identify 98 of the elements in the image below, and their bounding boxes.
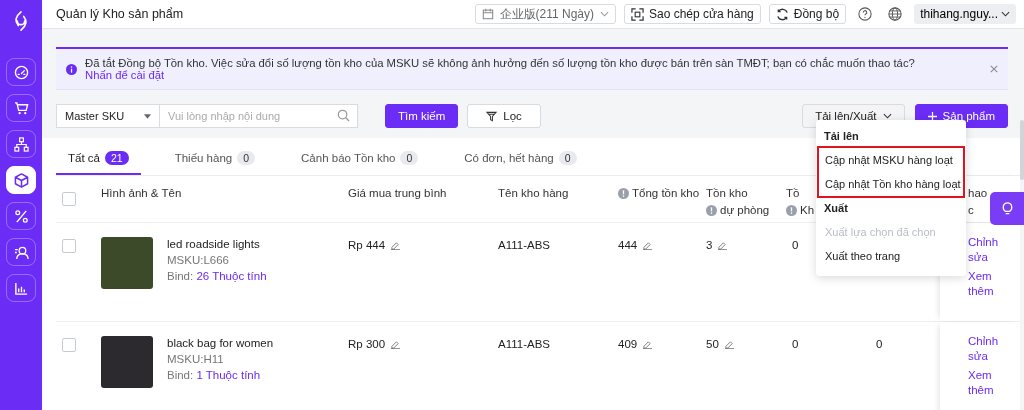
search-field[interactable]: Vui lòng nhập nội dung xyxy=(160,104,358,128)
column-header: Hình ảnh & Tên xyxy=(101,187,182,199)
total-stock: 409 xyxy=(618,338,638,350)
total-stock: 444 xyxy=(618,239,638,251)
warehouse-name: A111-ABS xyxy=(498,338,550,350)
sync-button[interactable]: Đồng bộ xyxy=(768,4,847,24)
photo-placeholder xyxy=(101,336,153,388)
filter-tab[interactable]: Có đơn, hết hàng 0 xyxy=(452,143,589,175)
row-action-link[interactable]: Xem thêm xyxy=(968,368,1008,398)
bind-label: Bind: xyxy=(167,270,194,282)
close-icon[interactable] xyxy=(990,65,998,73)
price-value: Rp 300 xyxy=(348,338,386,350)
stock-value: 0 xyxy=(876,338,883,350)
count-badge: 0 xyxy=(237,151,256,165)
copy-store-button[interactable]: Sao chép cửa hàng xyxy=(624,4,761,24)
caret-icon xyxy=(144,113,151,119)
sidebar-cart-button[interactable] xyxy=(6,94,36,122)
user-menu[interactable]: thihang.nguy... xyxy=(914,4,1016,24)
column-header: hao xyxy=(968,187,988,199)
attributes-link[interactable]: 26 Thuộc tính xyxy=(196,270,267,282)
menu-item[interactable]: Cập nhật MSKU hàng loạt xyxy=(819,148,963,172)
row-checkbox[interactable] xyxy=(62,239,76,253)
select-all-checkbox[interactable] xyxy=(62,192,76,206)
column-header: Tồ xyxy=(786,187,800,199)
lightbulb-icon xyxy=(1000,201,1014,216)
field-select[interactable]: Master SKU xyxy=(56,104,160,128)
globe-icon[interactable] xyxy=(888,7,903,21)
reserve-stock: 50 xyxy=(706,338,719,350)
chevron-down-icon xyxy=(882,113,892,119)
column-header: Giá mua trung bình xyxy=(348,187,447,199)
column-header: Tên kho hàng xyxy=(498,187,569,199)
gauge-icon xyxy=(13,64,29,80)
user-search-icon xyxy=(13,244,29,260)
msku-code: MSKU:H11 xyxy=(167,353,225,365)
menu-item[interactable]: Cập nhật Tồn kho hàng loạt xyxy=(819,172,963,196)
edit-icon[interactable] xyxy=(391,339,401,349)
bind-label: Bind: xyxy=(167,369,194,381)
page-title: Quản lý Kho sản phẩm xyxy=(56,7,184,21)
stock-value: 0 xyxy=(792,239,799,251)
count-badge: 21 xyxy=(104,151,129,165)
scrollbar[interactable] xyxy=(1020,120,1024,180)
search-icon xyxy=(337,109,350,122)
calendar-icon xyxy=(481,8,494,20)
plan-select[interactable]: 企业版(211 Ngày) xyxy=(474,4,616,24)
filter-button[interactable]: Lọc xyxy=(467,104,541,128)
product-name: black bag for women xyxy=(167,337,274,349)
price-value: Rp 444 xyxy=(348,239,386,251)
menu-item[interactable]: Xuất theo trang xyxy=(819,244,963,268)
filter-tab[interactable]: Thiếu hàng 0 xyxy=(162,143,268,175)
menu-group-title: Tải lên xyxy=(823,129,860,144)
filter-icon xyxy=(486,110,498,122)
edit-icon[interactable] xyxy=(718,240,728,250)
settings-link[interactable]: Nhấn để cài đặt xyxy=(85,69,165,81)
stock-value: 0 xyxy=(792,338,799,350)
column-header: Tồn kho xyxy=(706,187,748,199)
sidebar-user-search-button[interactable] xyxy=(6,238,36,266)
menu-group-title: Xuất xyxy=(823,201,849,216)
row-action-link[interactable]: Chỉnh sửa xyxy=(968,334,1008,364)
edit-icon[interactable] xyxy=(643,240,653,250)
warehouse-name: A111-ABS xyxy=(498,239,550,251)
row-checkbox[interactable] xyxy=(62,338,76,352)
sidebar-chart-button[interactable] xyxy=(6,274,36,302)
box-icon xyxy=(13,172,29,188)
tips-button[interactable] xyxy=(990,192,1024,225)
bar-chart-icon xyxy=(13,280,29,296)
chevron-down-icon xyxy=(1001,11,1010,17)
edit-icon[interactable] xyxy=(643,339,653,349)
photo-placeholder xyxy=(101,237,153,289)
column-header: Kh xyxy=(800,204,815,216)
copy-icon xyxy=(631,7,644,21)
msku-code: MSKU:L666 xyxy=(167,254,230,266)
info-icon xyxy=(66,63,77,75)
count-badge: 0 xyxy=(558,151,577,165)
search-button[interactable]: Tìm kiếm xyxy=(385,104,459,128)
column-header: dự phòng xyxy=(720,204,770,216)
cart-icon xyxy=(13,100,29,116)
filter-tab[interactable]: Tất cả 21 xyxy=(56,143,141,175)
hierarchy-icon xyxy=(13,136,29,152)
help-icon[interactable] xyxy=(858,7,873,21)
product-name: led roadside lights xyxy=(167,238,261,250)
edit-icon[interactable] xyxy=(724,339,734,349)
attributes-link[interactable]: 1 Thuộc tính xyxy=(196,369,261,381)
row-action-link[interactable]: Xem thêm xyxy=(968,269,1008,299)
sidebar-percent-button[interactable] xyxy=(6,202,36,230)
edit-icon[interactable] xyxy=(391,240,401,250)
chevron-down-icon xyxy=(600,11,609,17)
count-badge: 0 xyxy=(400,151,419,165)
sidebar-hierarchy-button[interactable] xyxy=(6,130,36,158)
row-action-link[interactable]: Chỉnh sửa xyxy=(968,235,1008,265)
sidebar-box-button[interactable] xyxy=(6,166,36,194)
sync-icon xyxy=(775,7,789,21)
column-header: c xyxy=(968,204,974,216)
filter-tab[interactable]: Cảnh báo Tồn kho 0 xyxy=(289,143,431,175)
sidebar-gauge-button[interactable] xyxy=(6,58,36,86)
column-header: Tổng tồn kho xyxy=(632,187,700,199)
percent-icon xyxy=(13,208,29,224)
reserve-stock: 3 xyxy=(706,239,713,251)
alert-message: Đã tắt Đồng bộ Tồn kho. Việc sửa đổi số lượng tồn kho của MSKU sẽ không ảnh hưởng đến số lượng tồn kho được bán trên sàn TMĐT; bạn có chắc muốn thao tác? Nhấn để cài đặt xyxy=(85,57,916,81)
